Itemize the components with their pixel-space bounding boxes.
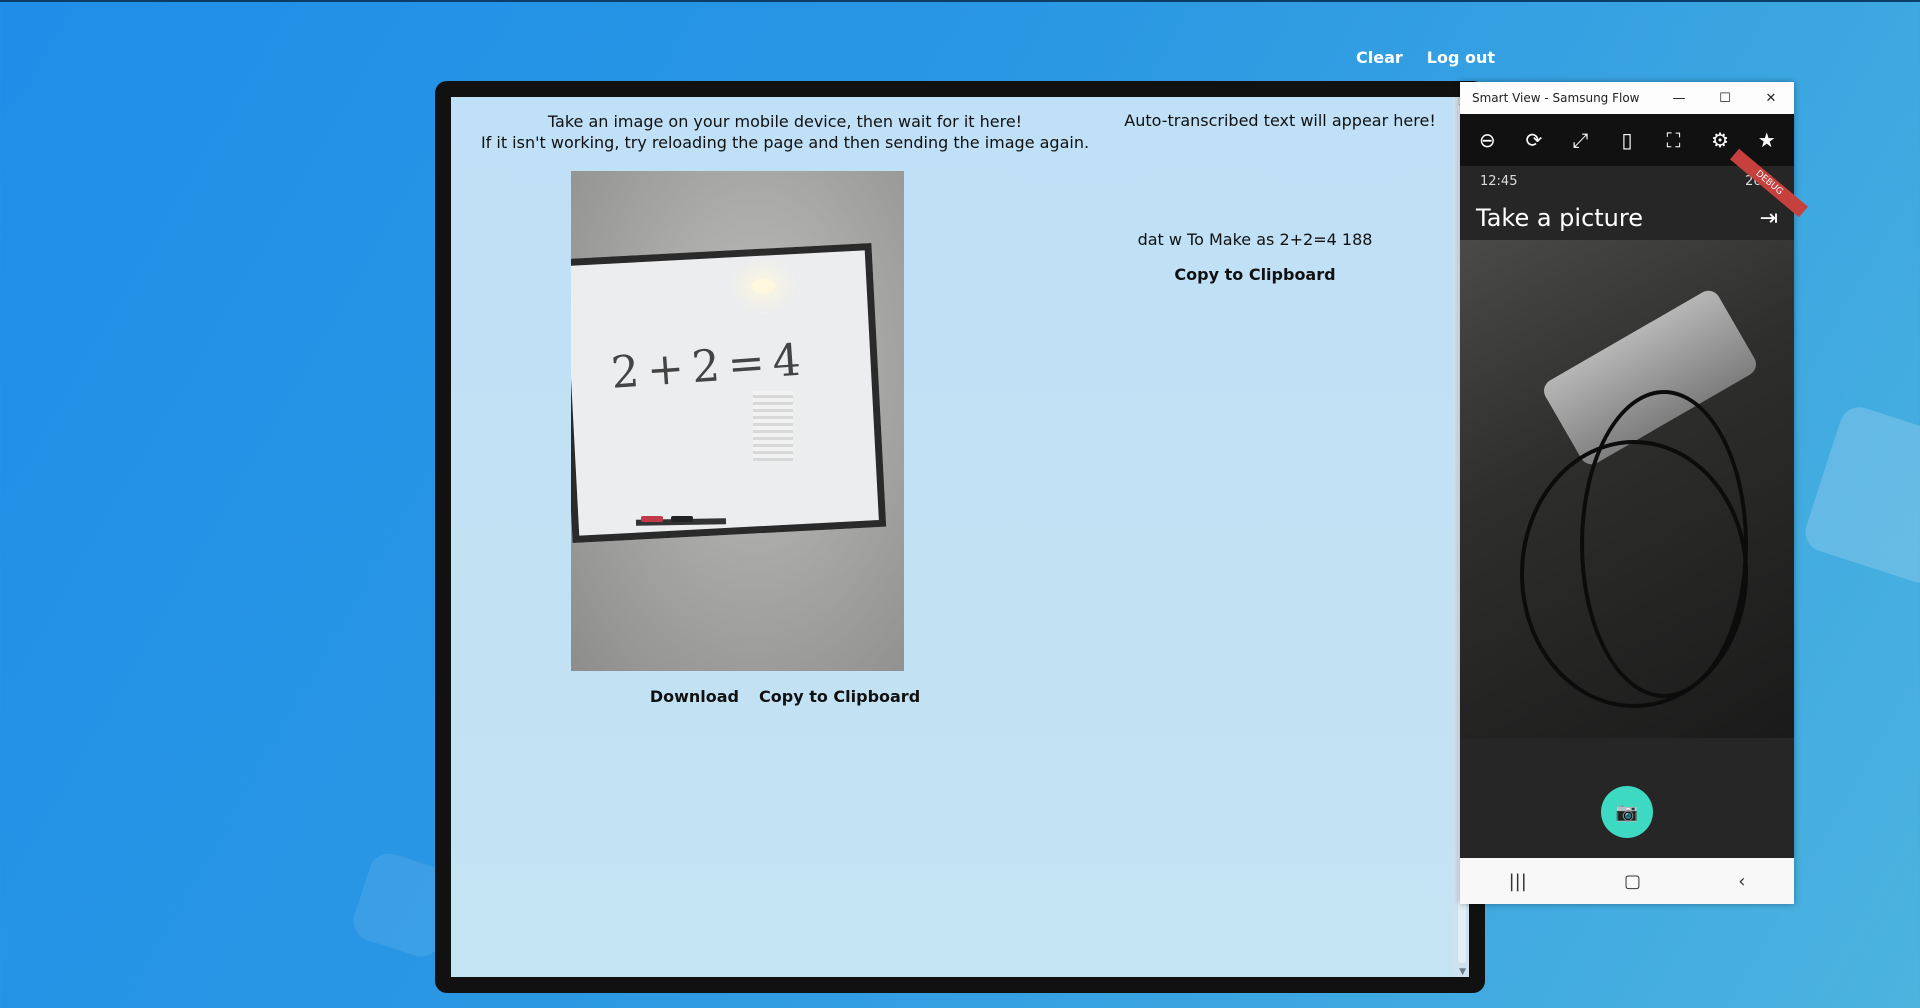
phone-app-bar: Take a picture ⇥ — [1460, 196, 1794, 240]
clear-link[interactable]: Clear — [1356, 48, 1403, 67]
home-icon[interactable]: ▢ — [1624, 871, 1641, 892]
rotate-icon[interactable]: ⟳ — [1520, 128, 1548, 152]
window-titlebar: Smart View - Samsung Flow — ☐ ✕ — [1460, 82, 1794, 114]
header-links: Clear Log out — [1356, 48, 1495, 67]
camera-shutter-button[interactable]: 📷 — [1601, 786, 1653, 838]
download-button[interactable]: Download — [650, 687, 739, 706]
window-title: Smart View - Samsung Flow — [1472, 91, 1640, 105]
phone-icon[interactable]: ▯ — [1613, 128, 1641, 152]
transcription-panel: Auto-transcribed text will appear here! … — [1091, 111, 1469, 284]
minimize-icon[interactable]: — — [1656, 91, 1702, 106]
instruction-line-1: Take an image on your mobile device, the… — [547, 112, 1023, 131]
minus-circle-icon[interactable]: ⊖ — [1473, 128, 1501, 152]
transcription-heading: Auto-transcribed text will appear here! — [1124, 111, 1436, 130]
recent-apps-icon[interactable]: ||| — [1509, 871, 1527, 892]
close-icon[interactable]: ✕ — [1748, 91, 1794, 106]
copy-image-button[interactable]: Copy to Clipboard — [759, 687, 920, 706]
gear-icon[interactable]: ⚙ — [1706, 128, 1734, 152]
transcribed-text: dat w To Make as 2+2=4 188 — [1137, 230, 1373, 249]
phone-app-title: Take a picture — [1476, 204, 1643, 232]
logout-link[interactable]: Log out — [1427, 48, 1495, 67]
phone-screen: 12:45 26% DEBUG Take a picture ⇥ 📷 ||| ▢… — [1460, 148, 1808, 904]
background-shape — [1800, 402, 1920, 588]
app-frame: Take an image on your mobile device, the… — [435, 81, 1485, 993]
app-screen: Take an image on your mobile device, the… — [451, 97, 1469, 977]
image-actions: Download Copy to Clipboard — [451, 687, 1119, 706]
samsung-flow-window: Smart View - Samsung Flow — ☐ ✕ ⊖ ⟳ ⤢ ▯ … — [1460, 82, 1808, 904]
instruction-line-2: If it isn't working, try reloading the p… — [480, 133, 1090, 152]
status-time: 12:45 — [1480, 173, 1518, 189]
logout-icon[interactable]: ⇥ — [1760, 206, 1778, 231]
back-icon[interactable]: ‹ — [1738, 871, 1745, 892]
expand-icon[interactable]: ⤢ — [1566, 128, 1594, 152]
received-image: 2+2=4 — [571, 171, 904, 671]
upload-panel: Take an image on your mobile device, the… — [451, 111, 1119, 153]
scroll-down-icon[interactable]: ▼ — [1459, 967, 1466, 977]
top-border — [0, 0, 1920, 2]
copy-text-button[interactable]: Copy to Clipboard — [1174, 265, 1335, 284]
phone-nav-bar: ||| ▢ ‹ — [1460, 858, 1794, 904]
star-icon[interactable]: ★ — [1753, 128, 1781, 152]
screenshot-icon[interactable]: ⛶ — [1660, 128, 1688, 152]
camera-preview[interactable] — [1460, 240, 1794, 738]
maximize-icon[interactable]: ☐ — [1702, 91, 1748, 106]
